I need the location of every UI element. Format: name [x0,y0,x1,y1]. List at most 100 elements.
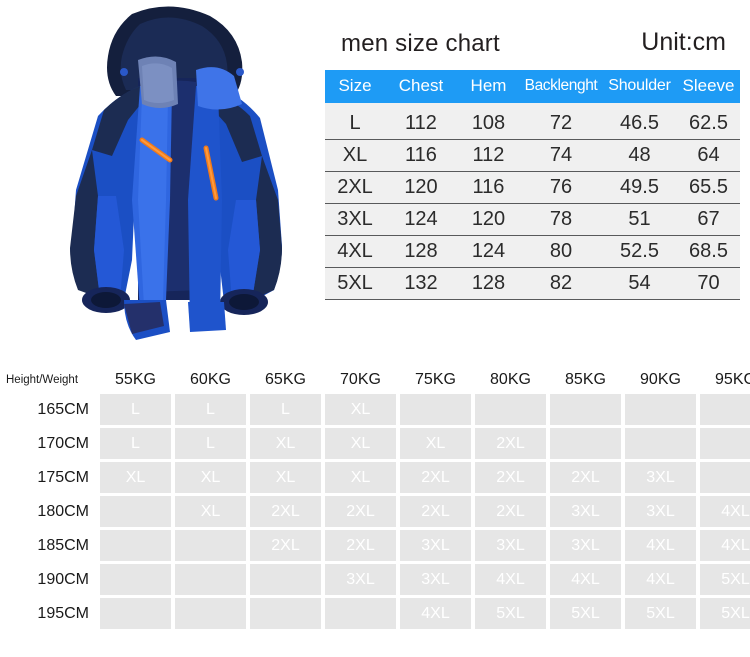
fit-grid-weight-header-55kg: 55KG [115,371,156,388]
size-cell-chest: 132 [385,267,457,300]
fit-grid-cell-xl: XL [175,462,246,493]
fit-grid-cell-4xl: 4XL [550,564,621,595]
size-cell-size: L [325,103,385,140]
col-header-chest: Chest [385,70,457,103]
size-cell-chest: 120 [385,171,457,204]
size-table-body: L 112 108 72 46.5 62.5 XL 116 112 74 48 64 2XL 120 116… [325,103,740,300]
top-section: men size chart Unit:cm Size Chest Hem Ba… [0,0,750,365]
fit-grid-cell-2xl: 2XL [475,428,546,459]
fit-grid-cell-2xl: 2XL [250,496,321,527]
fit-grid-weight-header-70kg: 70KG [340,371,381,388]
size-table-row: 4XL 128 124 80 52.5 68.5 [325,235,740,268]
fit-grid-cell-empty [400,394,471,425]
fit-grid-cell-empty [325,598,396,629]
size-cell-backlenght: 76 [520,171,602,204]
fit-grid-body: 165CM L L L XL 170CM L L XL XL XL 2XL 175CM XL XL XL XL 2… [4,394,750,629]
fit-grid-cell-empty [700,394,750,425]
fit-grid-cell-3xl: 3XL [550,496,621,527]
size-cell-size: 3XL [325,203,385,236]
fit-grid-cell-4xl: 4XL [700,496,750,527]
fit-grid-cell-empty [100,598,171,629]
fit-grid-weight-header-90kg: 90KG [640,371,681,388]
fit-grid-cell-empty [475,394,546,425]
col-header-size: Size [325,70,385,103]
fit-grid-weight-header-75kg: 75KG [415,371,456,388]
size-cell-size: XL [325,139,385,172]
fit-grid-cell-4xl: 4XL [400,598,471,629]
fit-grid-cell-2xl: 2XL [475,496,546,527]
fit-grid-header-row: Height/Weight 55KG 60KG 65KG 70KG 75KG 80KG 85… [4,371,750,391]
fit-grid-cell-l: L [100,394,171,425]
size-table-row: 3XL 124 120 78 51 67 [325,203,740,236]
size-cell-size: 5XL [325,267,385,300]
fit-grid-cell-2xl: 2XL [325,530,396,561]
fit-grid-cell-4xl: 4XL [625,530,696,561]
fit-grid-cell-5xl: 5XL [700,564,750,595]
size-cell-backlenght: 80 [520,235,602,268]
fit-grid-corner-label: Height/Weight [6,374,79,386]
fit-grid-cell-2xl: 2XL [400,496,471,527]
fit-grid-cell-4xl: 4XL [700,530,750,561]
size-cell-chest: 112 [385,103,457,140]
fit-grid-cell-empty [250,564,321,595]
fit-grid-height-label-195cm: 195CM [4,598,96,629]
size-cell-hem: 116 [457,171,520,204]
fit-grid-cell-2xl: 2XL [325,496,396,527]
size-cell-size: 2XL [325,171,385,204]
fit-grid-cell-empty [175,530,246,561]
size-cell-backlenght: 72 [520,103,602,140]
fit-grid-cell-2xl: 2XL [250,530,321,561]
fit-grid-cell-l: L [175,394,246,425]
size-table-row: XL 116 112 74 48 64 [325,139,740,172]
size-chart-unit: Unit:cm [641,28,726,56]
fit-grid-cell-xl: XL [175,496,246,527]
fit-grid-height-label-165cm: 165CM [4,394,96,425]
size-cell-sleeve: 62.5 [677,103,740,140]
fit-grid-cell-5xl: 5XL [475,598,546,629]
fit-grid-cell-xl: XL [250,428,321,459]
size-table-row: L 112 108 72 46.5 62.5 [325,103,740,140]
size-table-row: 5XL 132 128 82 54 70 [325,267,740,300]
fit-grid-weight-header-65kg: 65KG [265,371,306,388]
size-cell-hem: 120 [457,203,520,236]
size-cell-sleeve: 70 [677,267,740,300]
size-cell-hem: 128 [457,267,520,300]
fit-grid-row: 175CM XL XL XL XL 2XL 2XL 2XL 3XL [4,462,750,493]
fit-grid-row: 180CM XL 2XL 2XL 2XL 2XL 3XL 3XL 4XL [4,496,750,527]
fit-grid-cell-3xl: 3XL [325,564,396,595]
fit-grid-height-label-190cm: 190CM [4,564,96,595]
fit-grid-cell-4xl: 4XL [475,564,546,595]
fit-grid-cell-xl: XL [250,462,321,493]
size-cell-sleeve: 68.5 [677,235,740,268]
fit-grid-cell-empty [700,462,750,493]
fit-grid-row: 190CM 3XL 3XL 4XL 4XL 4XL 5XL [4,564,750,595]
size-cell-shoulder: 48 [602,139,677,172]
fit-grid-cell-empty [250,598,321,629]
fit-grid-cell-2xl: 2XL [475,462,546,493]
size-cell-backlenght: 74 [520,139,602,172]
size-cell-hem: 124 [457,235,520,268]
fit-grid-cell-empty [100,530,171,561]
fit-grid-height-label-185cm: 185CM [4,530,96,561]
fit-grid-cell-3xl: 3XL [625,462,696,493]
fit-grid-cell-3xl: 3XL [475,530,546,561]
fit-grid-cell-xl: XL [100,462,171,493]
fit-grid-height-label-180cm: 180CM [4,496,96,527]
fit-grid-weight-header-80kg: 80KG [490,371,531,388]
size-table-row: 2XL 120 116 76 49.5 65.5 [325,171,740,204]
fit-grid-cell-3xl: 3XL [625,496,696,527]
height-weight-fit-grid: Height/Weight 55KG 60KG 65KG 70KG 75KG 80KG 85… [0,368,750,657]
fit-grid-weight-header-95kg: 95KG [715,371,750,388]
fit-grid-cell-empty [550,394,621,425]
size-measurements-table: Size Chest Hem Backlenght Shoulder Sleev… [325,70,740,300]
size-cell-backlenght: 82 [520,267,602,300]
fit-grid-weight-header-60kg: 60KG [190,371,231,388]
size-cell-chest: 128 [385,235,457,268]
fit-grid-cell-3xl: 3XL [400,564,471,595]
size-chart-title: men size chart [341,30,500,57]
fit-grid-cell-2xl: 2XL [550,462,621,493]
size-cell-backlenght: 78 [520,203,602,236]
fit-grid-cell-empty [175,564,246,595]
fit-grid-cell-3xl: 3XL [400,530,471,561]
size-cell-shoulder: 46.5 [602,103,677,140]
